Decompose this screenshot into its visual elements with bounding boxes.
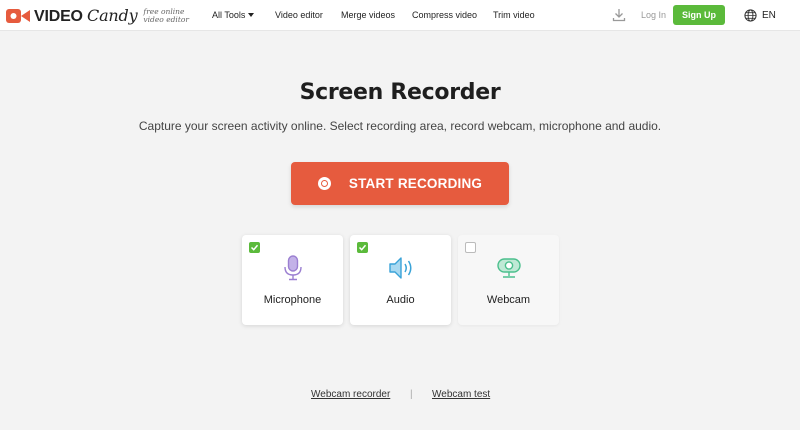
- webcam-test-link[interactable]: Webcam test: [432, 389, 490, 400]
- language-label: EN: [762, 10, 776, 21]
- camera-logo-icon: [6, 9, 30, 23]
- nav-trim-video[interactable]: Trim video: [493, 0, 535, 31]
- download-icon[interactable]: [612, 8, 626, 22]
- speaker-icon: [389, 257, 412, 279]
- start-recording-button[interactable]: START RECORDING: [291, 162, 509, 205]
- chevron-down-icon: [248, 13, 255, 17]
- logo-text: VIDEO Candy: [34, 5, 138, 25]
- checkmark-icon: [250, 244, 259, 251]
- logo-tagline: free online video editor: [143, 7, 189, 24]
- checkmark-icon: [358, 244, 367, 251]
- webcam-icon: [497, 258, 521, 278]
- link-separator: |: [410, 389, 413, 400]
- option-microphone[interactable]: Microphone: [242, 235, 343, 325]
- audio-label: Audio: [386, 294, 415, 306]
- audio-checkbox[interactable]: [357, 242, 368, 253]
- webcam-checkbox[interactable]: [465, 242, 476, 253]
- footer-links: Webcam recorder | Webcam test: [0, 389, 800, 403]
- nav-all-tools[interactable]: All Tools: [212, 0, 255, 31]
- signup-button[interactable]: Sign Up: [673, 5, 725, 25]
- option-audio[interactable]: Audio: [350, 235, 451, 325]
- language-selector[interactable]: EN: [744, 0, 776, 31]
- webcam-label: Webcam: [486, 294, 531, 306]
- page-title: Screen Recorder: [299, 80, 501, 105]
- top-bar: VIDEO Candy free online video editor All…: [0, 0, 800, 31]
- microphone-icon: [284, 255, 302, 281]
- page-subtitle: Capture your screen activity online. Sel…: [138, 119, 662, 133]
- login-link[interactable]: Log In: [641, 0, 666, 31]
- nav-compress-video[interactable]: Compress video: [412, 0, 477, 31]
- start-recording-label: START RECORDING: [348, 176, 483, 191]
- record-icon: [317, 177, 331, 190]
- webcam-recorder-link[interactable]: Webcam recorder: [311, 389, 390, 400]
- logo[interactable]: VIDEO Candy free online video editor: [6, 4, 191, 28]
- nav-merge-videos[interactable]: Merge videos: [341, 0, 395, 31]
- globe-icon: [744, 9, 757, 22]
- microphone-label: Microphone: [263, 294, 322, 306]
- microphone-checkbox[interactable]: [249, 242, 260, 253]
- option-webcam[interactable]: Webcam: [458, 235, 559, 325]
- nav-video-editor[interactable]: Video editor: [275, 0, 323, 31]
